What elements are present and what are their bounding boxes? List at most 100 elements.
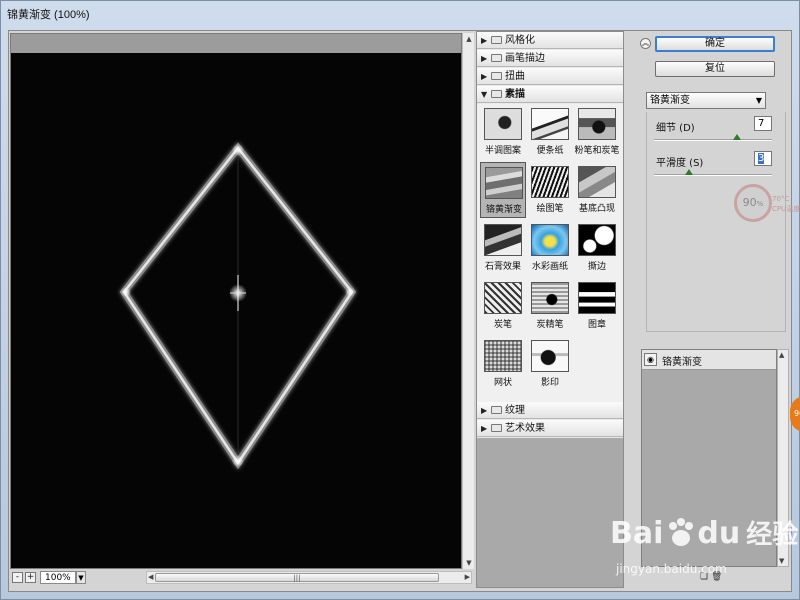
detail-value-field[interactable]: 7 <box>754 116 772 131</box>
preview-top-strip <box>11 34 461 53</box>
cpu-monitor-widget: 90% 70°C CPU温度 <box>734 184 800 226</box>
smoothness-value-selected: 3 <box>758 153 765 164</box>
detail-label: 细节 (D) <box>656 123 695 134</box>
filter-thumbnail <box>531 166 569 198</box>
scroll-down-icon[interactable]: ▼ <box>464 558 474 568</box>
cpu-temp-value: 70°C <box>772 195 790 203</box>
filter-thumbnail <box>531 282 569 314</box>
zoom-dropdown-icon[interactable]: ▼ <box>76 571 86 584</box>
zoom-level-field[interactable]: 100% <box>40 571 76 584</box>
filter-label: 图章 <box>587 320 606 330</box>
filter-thumbnail <box>484 108 522 140</box>
category-texture[interactable]: ▶ 纹理 <box>477 402 623 419</box>
filter-thumbnail <box>531 340 569 372</box>
filter-label: 粉笔和炭笔 <box>574 146 620 156</box>
filter-thumbnails: 半调图案 便条纸 粉笔和炭笔 铬黄渐变 绘图笔 基底凸现 石膏效果 水彩画纸 撕… <box>477 104 623 402</box>
baidu-watermark: Bai du 经验 jingyan.baidu.com <box>610 514 799 576</box>
watermark-brand: Bai <box>610 516 664 551</box>
folder-icon <box>491 90 502 98</box>
filter-charcoal[interactable]: 炭笔 <box>480 278 526 334</box>
filter-graphic-pen[interactable]: 绘图笔 <box>527 162 573 218</box>
filter-photocopy[interactable]: 影印 <box>527 336 573 392</box>
category-distort[interactable]: ▶ 扭曲 <box>477 68 623 85</box>
category-label: 画笔描边 <box>505 53 545 64</box>
reset-button[interactable]: 复位 <box>655 61 775 77</box>
filter-gallery-list: ▶ 风格化 ▶ 画笔描边 ▶ 扭曲 ▼ 素描 半调图案 便条纸 粉笔和炭笔 铬黄… <box>476 31 624 588</box>
filter-reticulation[interactable]: 网状 <box>480 336 526 392</box>
category-artistic[interactable]: ▶ 艺术效果 <box>477 420 623 437</box>
effect-layer-name: 铬黄渐变 <box>662 357 702 368</box>
folder-icon <box>491 406 502 414</box>
filter-label: 便条纸 <box>536 146 564 156</box>
chrome-diamond-image <box>119 142 357 470</box>
title-bar[interactable]: 锦黄渐变 (100%) <box>1 1 800 27</box>
folder-icon <box>491 54 502 62</box>
horizontal-scroll-thumb[interactable]: ||| <box>155 573 439 582</box>
smoothness-value-field[interactable]: 3 <box>754 151 772 166</box>
triangle-right-icon: ▶ <box>481 36 488 45</box>
filter-thumbnail <box>578 108 616 140</box>
filter-stamp[interactable]: 图章 <box>574 278 620 334</box>
filter-label: 石膏效果 <box>484 262 521 272</box>
triangle-right-icon: ▶ <box>481 72 488 81</box>
triangle-down-icon: ▼ <box>481 90 488 99</box>
filter-label: 铬黄渐变 <box>485 205 522 215</box>
preview-canvas[interactable] <box>11 53 461 568</box>
cpu-temp-text: 70°C CPU温度 <box>772 194 800 214</box>
watermark-domain: jingyan.baidu.com <box>616 562 727 576</box>
cpu-percent-unit: % <box>756 200 764 208</box>
preview-horizontal-scrollbar[interactable]: ◀ ||| ▶ <box>146 571 472 584</box>
filter-label: 网状 <box>493 378 512 388</box>
filter-thumbnail <box>531 224 569 256</box>
eye-icon[interactable]: ◉ <box>644 353 657 366</box>
filter-type-select[interactable]: 铬黄渐变 ▼ <box>646 92 766 109</box>
filter-plaster[interactable]: 石膏效果 <box>480 220 526 276</box>
filter-note-paper[interactable]: 便条纸 <box>527 104 573 160</box>
filter-chrome[interactable]: 铬黄渐变 <box>480 162 526 218</box>
category-sketch[interactable]: ▼ 素描 <box>477 86 623 103</box>
scroll-down-icon[interactable]: ▼ <box>779 557 784 565</box>
smoothness-slider-knob[interactable] <box>685 169 694 175</box>
scroll-up-icon[interactable]: ▲ <box>464 34 474 44</box>
smoothness-slider-track[interactable] <box>654 174 772 176</box>
filter-bas-relief[interactable]: 基底凸现 <box>574 162 620 218</box>
category-label: 素描 <box>505 89 525 100</box>
gallery-empty-area <box>477 438 623 587</box>
smoothness-label: 平滑度 (S) <box>656 158 704 169</box>
filter-thumbnail <box>484 282 522 314</box>
detail-slider-knob[interactable] <box>732 134 741 140</box>
filter-thumbnail <box>578 282 616 314</box>
detail-slider-track[interactable] <box>654 139 772 141</box>
filter-select-value: 铬黄渐变 <box>650 95 690 106</box>
category-stylize[interactable]: ▶ 风格化 <box>477 32 623 49</box>
filter-chalk-charcoal[interactable]: 粉笔和炭笔 <box>574 104 620 160</box>
filter-thumbnail <box>531 108 569 140</box>
ok-button[interactable]: 确定 <box>655 36 775 52</box>
filter-halftone-pattern[interactable]: 半调图案 <box>480 104 526 160</box>
window-title: 锦黄渐变 (100%) <box>7 9 90 21</box>
chevron-down-icon: ▼ <box>755 96 762 105</box>
scroll-up-icon[interactable]: ▲ <box>779 351 784 359</box>
zoom-in-button[interactable]: + <box>25 572 36 583</box>
category-label: 艺术效果 <box>505 423 545 434</box>
filter-label: 绘图笔 <box>536 204 564 214</box>
scroll-left-icon[interactable]: ◀ <box>148 573 153 581</box>
watermark-brand-cn: 经验 <box>746 520 799 550</box>
filter-conte-crayon[interactable]: 炭精笔 <box>527 278 573 334</box>
double-chevron-up-icon[interactable]: ︽ <box>640 38 651 49</box>
filter-water-paper[interactable]: 水彩画纸 <box>527 220 573 276</box>
effect-layer-row[interactable]: ◉ 铬黄渐变 <box>642 350 776 370</box>
filter-label: 半调图案 <box>484 146 521 156</box>
filter-label: 影印 <box>540 378 559 388</box>
paw-logo-icon <box>669 518 693 546</box>
watermark-brand-du: du <box>697 516 741 551</box>
folder-icon <box>491 36 502 44</box>
filter-torn-edges[interactable]: 撕边 <box>574 220 620 276</box>
triangle-right-icon: ▶ <box>481 54 488 63</box>
filter-label: 基底凸现 <box>578 204 615 214</box>
category-brush-strokes[interactable]: ▶ 画笔描边 <box>477 50 623 67</box>
scroll-right-icon[interactable]: ▶ <box>465 573 470 581</box>
cpu-usage-ring: 90% <box>734 184 772 222</box>
zoom-out-button[interactable]: - <box>12 572 23 583</box>
preview-vertical-scrollbar[interactable]: ▲ ▼ <box>462 33 474 569</box>
